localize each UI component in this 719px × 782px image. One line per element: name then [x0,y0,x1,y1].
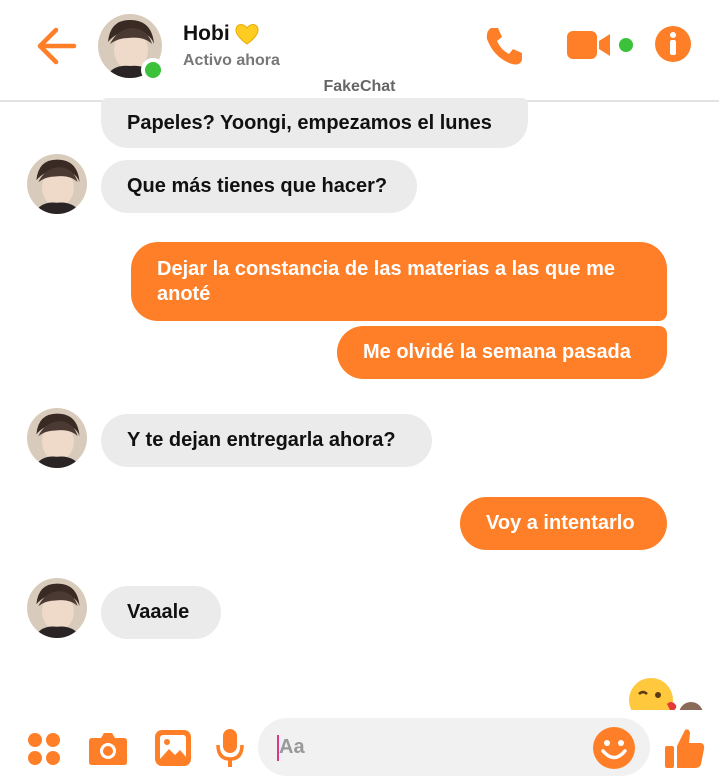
app-brand-label: FakeChat [323,78,396,95]
message-text: Que más tienes que hacer? [127,175,388,197]
message-text: Y te dejan entregarla ahora? [127,429,396,451]
message-outgoing[interactable]: Dejar la constancia de las materias a la… [131,242,667,321]
yellow-heart-icon [235,24,259,45]
video-camera-icon[interactable] [566,28,612,62]
message-outgoing[interactable]: Voy a intentarlo [460,497,667,550]
contact-avatar[interactable] [27,154,87,214]
presence-status: Activo ahora [183,52,280,69]
image-icon[interactable] [154,729,192,767]
message-outgoing[interactable]: Me olvidé la semana pasada [337,326,667,379]
camera-icon[interactable] [88,730,128,766]
message-text: Papeles? Yoongi, empezamos el lunes [127,111,492,134]
smiley-icon[interactable] [592,726,636,770]
message-incoming[interactable]: Papeles? Yoongi, empezamos el lunes [101,98,528,148]
thumbs-up-icon[interactable] [664,726,706,770]
contact-name: Hobi [183,22,230,45]
apps-dots-icon[interactable] [26,731,62,767]
message-incoming[interactable]: Que más tienes que hacer? [101,160,417,213]
message-incoming[interactable]: Y te dejan entregarla ahora? [101,414,432,467]
info-icon[interactable] [654,25,692,63]
contact-avatar[interactable] [27,578,87,638]
back-arrow-icon[interactable] [34,26,78,66]
video-online-indicator [619,38,633,52]
message-text: Voy a intentarlo [486,512,635,534]
message-text: Dejar la constancia de las materias a la… [157,257,616,305]
phone-icon[interactable] [482,24,526,68]
microphone-icon[interactable] [215,727,245,769]
message-incoming[interactable]: Vaaale [101,586,221,639]
message-input-placeholder: Aa [279,736,305,758]
chat-header: Hobi Activo ahora FakeChat [0,0,719,102]
contact-avatar[interactable] [27,408,87,468]
message-text: Vaaale [127,601,190,623]
message-text: Me olvidé la semana pasada [363,341,631,363]
seen-emoji-icon [627,674,707,710]
